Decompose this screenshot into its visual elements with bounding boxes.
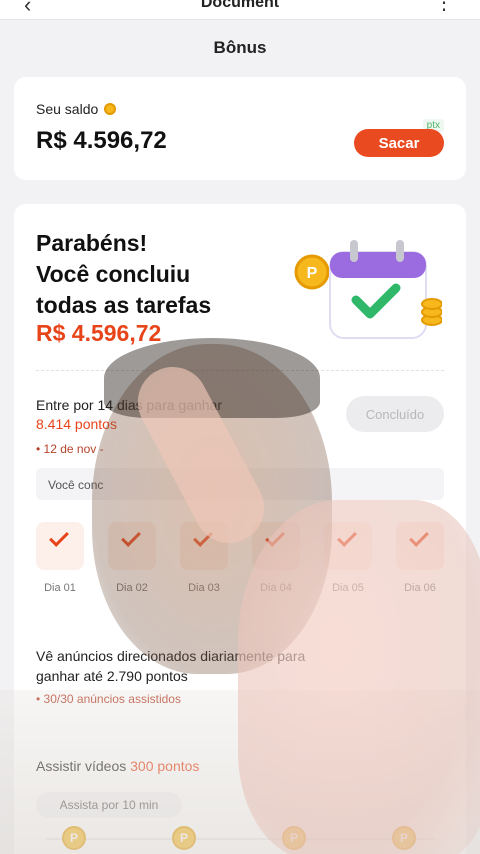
day-label: Dia 03 (188, 582, 220, 594)
balance-label: Seu saldo (36, 101, 99, 117)
coin-icon: P (282, 826, 306, 850)
day-check-box (396, 522, 444, 570)
withdraw-button[interactable]: Sacar (354, 129, 444, 157)
check-icon (337, 527, 357, 547)
day-label: Dia 01 (44, 582, 76, 594)
day-check-box (252, 522, 300, 570)
ads-title: Vê anúncios direcionados diariamente par… (36, 648, 306, 684)
coins-row: P P P P (36, 826, 444, 852)
congrats-line: todas as tarefas (36, 292, 212, 318)
balance-card: Seu saldo R$ 4.596,72 ptx Sacar (14, 77, 466, 180)
coin-icon: P (392, 826, 416, 850)
day-item: Dia 04 (250, 522, 302, 594)
check-icon (49, 527, 69, 547)
day-label: Dia 04 (260, 582, 292, 594)
check-icon (265, 527, 285, 547)
completed-button[interactable]: Concluído (346, 396, 444, 432)
congrats-line: Parabéns! (36, 230, 148, 256)
coin-icon: P (172, 826, 196, 850)
progress-note: Você conc (36, 468, 444, 500)
calendar-check-icon: P (294, 240, 442, 339)
day-check-box (180, 522, 228, 570)
check-icon (409, 527, 429, 547)
video-title: Assistir vídeos 300 pontos (36, 758, 199, 774)
divider (36, 370, 444, 371)
watch-button[interactable]: Assista por 10 min (36, 792, 182, 818)
balance-value: R$ 4.596,72 (36, 127, 167, 154)
checkin-title: Entre por 14 dias para ganhar (36, 397, 223, 413)
day-label: Dia 05 (332, 582, 364, 594)
day-item: Dia 01 (34, 522, 86, 594)
day-check-box (324, 522, 372, 570)
congrats-amount: R$ 4.596,72 (36, 320, 162, 346)
days-row: Dia 01 Dia 02 Dia 03 Dia 04 Dia 05 Dia 0… (14, 522, 466, 602)
check-icon (121, 527, 141, 547)
more-icon[interactable]: ⋮ (434, 0, 454, 15)
coin-icon (104, 103, 117, 115)
document-title: Document (200, 0, 280, 11)
checkin-date: • 12 de nov - (36, 442, 104, 456)
top-bar: ‹ Document ⋮ (0, 0, 480, 20)
day-item: Dia 02 (106, 522, 158, 594)
coins-track (46, 838, 434, 840)
congrats-line: Você concluiu (36, 261, 191, 287)
day-item: Dia 05 (322, 522, 374, 594)
ads-progress: • 30/30 anúncios assistidos (36, 692, 181, 706)
video-points: 300 pontos (130, 758, 200, 774)
day-item: Dia 03 (178, 522, 230, 594)
svg-text:P: P (307, 265, 318, 282)
day-item: Dia 06 (394, 522, 446, 594)
checkin-points: 8.414 pontos (36, 416, 117, 432)
day-check-box (108, 522, 156, 570)
video-title-text: Assistir vídeos (36, 758, 127, 774)
day-check-box (36, 522, 84, 570)
day-label: Dia 06 (404, 582, 436, 594)
day-label: Dia 02 (116, 582, 148, 594)
tasks-card: Parabéns! Você concluiu todas as tarefas… (14, 204, 466, 854)
balance-label-row: Seu saldo (36, 101, 117, 117)
page-title: Bônus (213, 38, 267, 57)
check-icon (193, 527, 213, 547)
congrats-heading: Parabéns! Você concluiu todas as tarefas (36, 228, 276, 321)
coin-icon: P (62, 826, 86, 850)
